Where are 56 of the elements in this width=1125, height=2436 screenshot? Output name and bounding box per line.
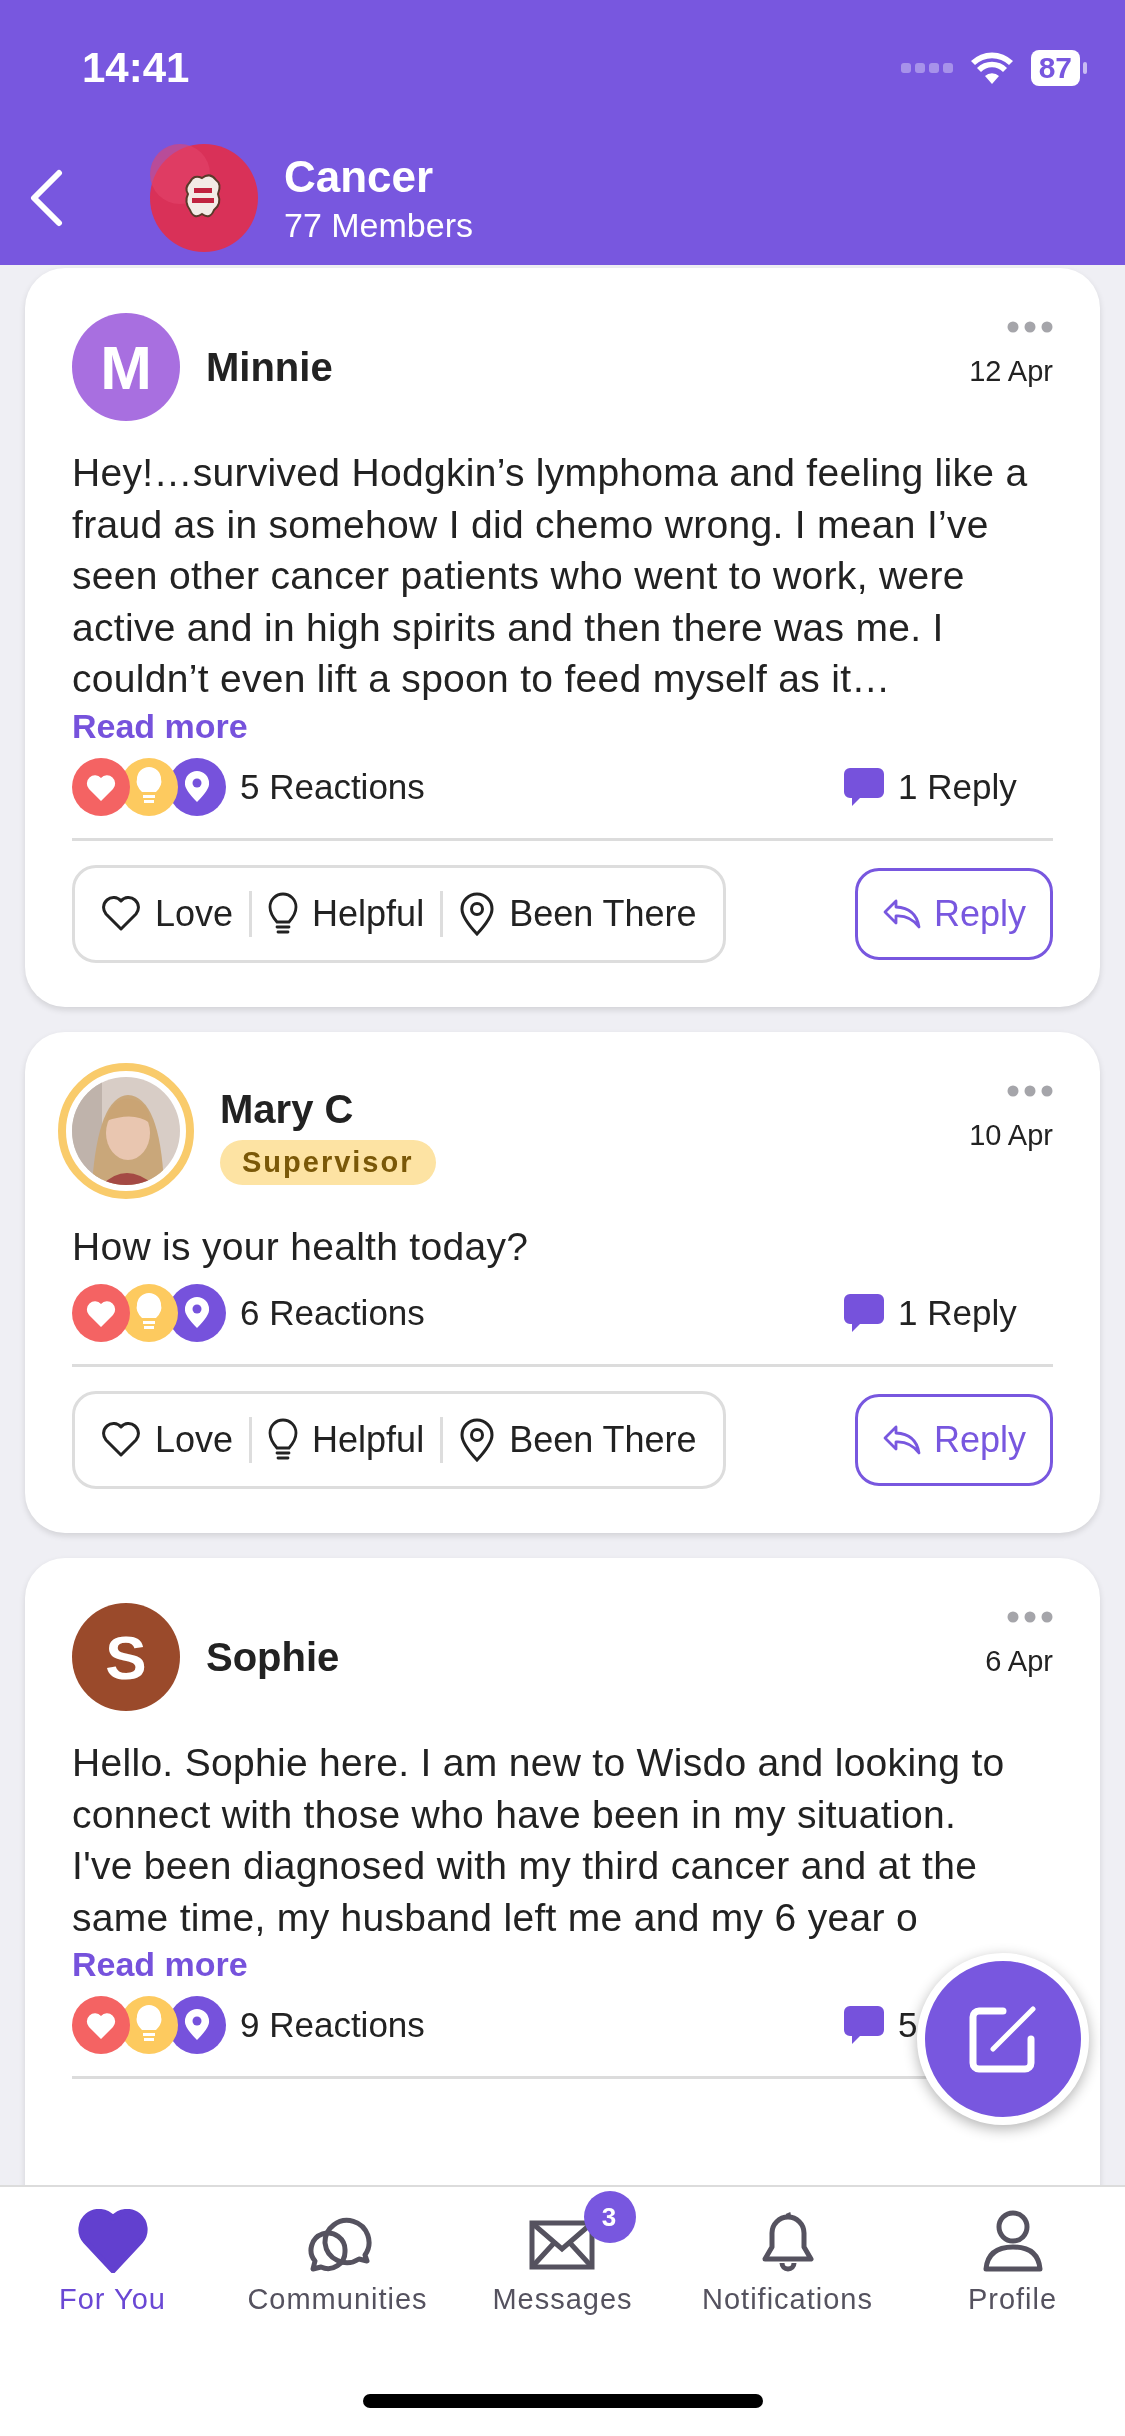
heart-icon xyxy=(101,1422,141,1458)
more-icon[interactable] xyxy=(1007,321,1053,333)
more-icon[interactable] xyxy=(1007,1611,1053,1623)
tab[interactable]: For You xyxy=(0,2187,225,2320)
comment-icon xyxy=(844,767,884,806)
user-avatar: M xyxy=(72,313,180,421)
tab[interactable]: Profile xyxy=(900,2187,1125,2320)
reply-button[interactable]: Reply xyxy=(854,1394,1053,1486)
signal-icon xyxy=(900,62,953,74)
author-name: Minnie xyxy=(206,344,333,390)
reply-count: 1 Reply xyxy=(898,1293,1017,1333)
reaction-button[interactable]: Love xyxy=(85,1405,250,1475)
post-text: Hey!…survived Hodgkin’s lymphoma and feeling like a fraud as in somehow I did chemo wrong. I mean I’ve seen other cancer patients who went to work, were active and in high spirits and then there was me. I couldn’t even lift a spoon to feed myself as it… xyxy=(72,450,1029,702)
post-text: Hello. Sophie here. I am new to Wisdo and looking to connect with those who have been in my situation. I've been diagnosed with my third cancer and at the same time, my husband left me and my 6 year o xyxy=(72,1740,1006,1941)
reaction-count: 9 Reactions xyxy=(240,2005,425,2045)
reply-count: 5 xyxy=(898,2005,918,2045)
battery-percentage: 87 xyxy=(1030,50,1080,86)
post-date: 10 Apr xyxy=(969,1118,1053,1152)
comment-icon xyxy=(844,2006,884,2044)
status-time: 14:41 xyxy=(82,44,190,92)
reply-arrow-icon xyxy=(881,897,922,930)
reaction-button[interactable]: Been There xyxy=(443,1405,713,1475)
read-more-link[interactable]: Read more xyxy=(72,706,248,746)
author-name: Sophie xyxy=(206,1634,340,1680)
more-icon[interactable] xyxy=(1007,1084,1053,1097)
reaction-count: 5 Reactions xyxy=(240,766,425,807)
back-icon[interactable] xyxy=(28,169,64,227)
tab[interactable]: Communities xyxy=(225,2187,450,2320)
lightbulb-icon xyxy=(268,891,299,936)
reply-button[interactable]: Reply xyxy=(854,867,1053,960)
post-date: 12 Apr xyxy=(969,355,1053,388)
reaction-button[interactable]: Love xyxy=(85,878,250,949)
unread-badge: 3 xyxy=(583,2191,636,2243)
tab[interactable]: Notifications xyxy=(675,2187,900,2320)
author-name: Mary C xyxy=(220,1086,354,1132)
heart-icon xyxy=(77,2209,148,2273)
location-pin-icon xyxy=(459,1418,496,1462)
reaction-button[interactable]: Helpful xyxy=(252,1405,441,1475)
reply-count: 1 Reply xyxy=(898,766,1017,807)
heart-icon xyxy=(101,895,141,932)
user-avatar: S xyxy=(72,1603,180,1711)
post-text: How is your health today? xyxy=(72,1223,530,1270)
reaction-button[interactable]: Been There xyxy=(443,878,713,949)
reaction-button[interactable]: Helpful xyxy=(252,878,441,949)
reaction-count: 6 Reactions xyxy=(240,1293,425,1333)
location-pin-icon xyxy=(459,891,496,936)
comment-icon xyxy=(844,1294,884,1332)
member-count: 77 Members xyxy=(284,205,473,246)
reply-arrow-icon xyxy=(881,1424,922,1456)
community-title: Cancer xyxy=(284,151,435,203)
tab[interactable]: 3 Messages xyxy=(450,2187,675,2320)
lightbulb-icon xyxy=(268,1418,299,1462)
read-more-link[interactable]: Read more xyxy=(72,1945,248,1984)
wifi-icon xyxy=(970,52,1013,84)
post-date: 6 Apr xyxy=(985,1645,1053,1678)
role-badge: Supervisor xyxy=(220,1139,436,1185)
